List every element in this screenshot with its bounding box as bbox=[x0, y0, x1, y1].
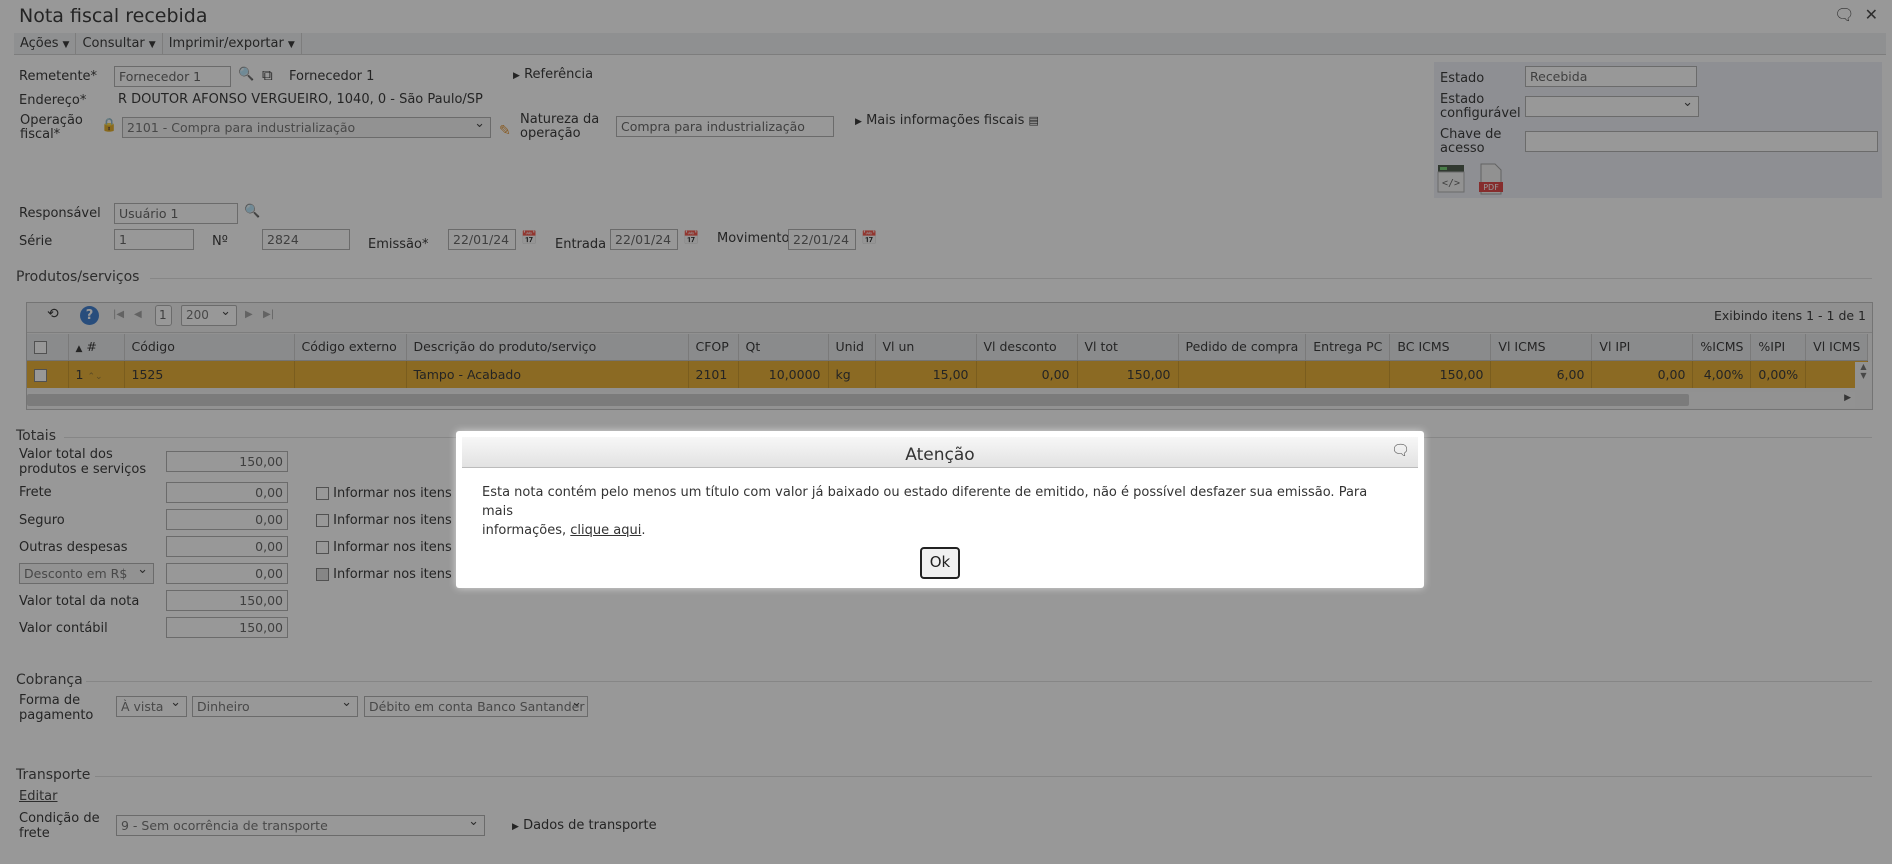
ok-button[interactable]: Ok bbox=[920, 547, 960, 579]
dialog-message: Esta nota contém pelo menos um título co… bbox=[482, 483, 1382, 540]
attention-dialog: Atenção 🗨 Esta nota contém pelo menos um… bbox=[456, 431, 1424, 588]
dialog-title: Atenção bbox=[905, 445, 975, 465]
dialog-header: Atenção 🗨 bbox=[462, 437, 1418, 468]
dialog-message-line-1: Esta nota contém pelo menos um título co… bbox=[482, 485, 1368, 519]
comment-icon[interactable]: 🗨 bbox=[1391, 441, 1410, 459]
dialog-message-line-2: informações, bbox=[482, 523, 567, 538]
clique-aqui-link[interactable]: clique aqui bbox=[570, 523, 641, 538]
dialog-message-end: . bbox=[641, 523, 646, 538]
